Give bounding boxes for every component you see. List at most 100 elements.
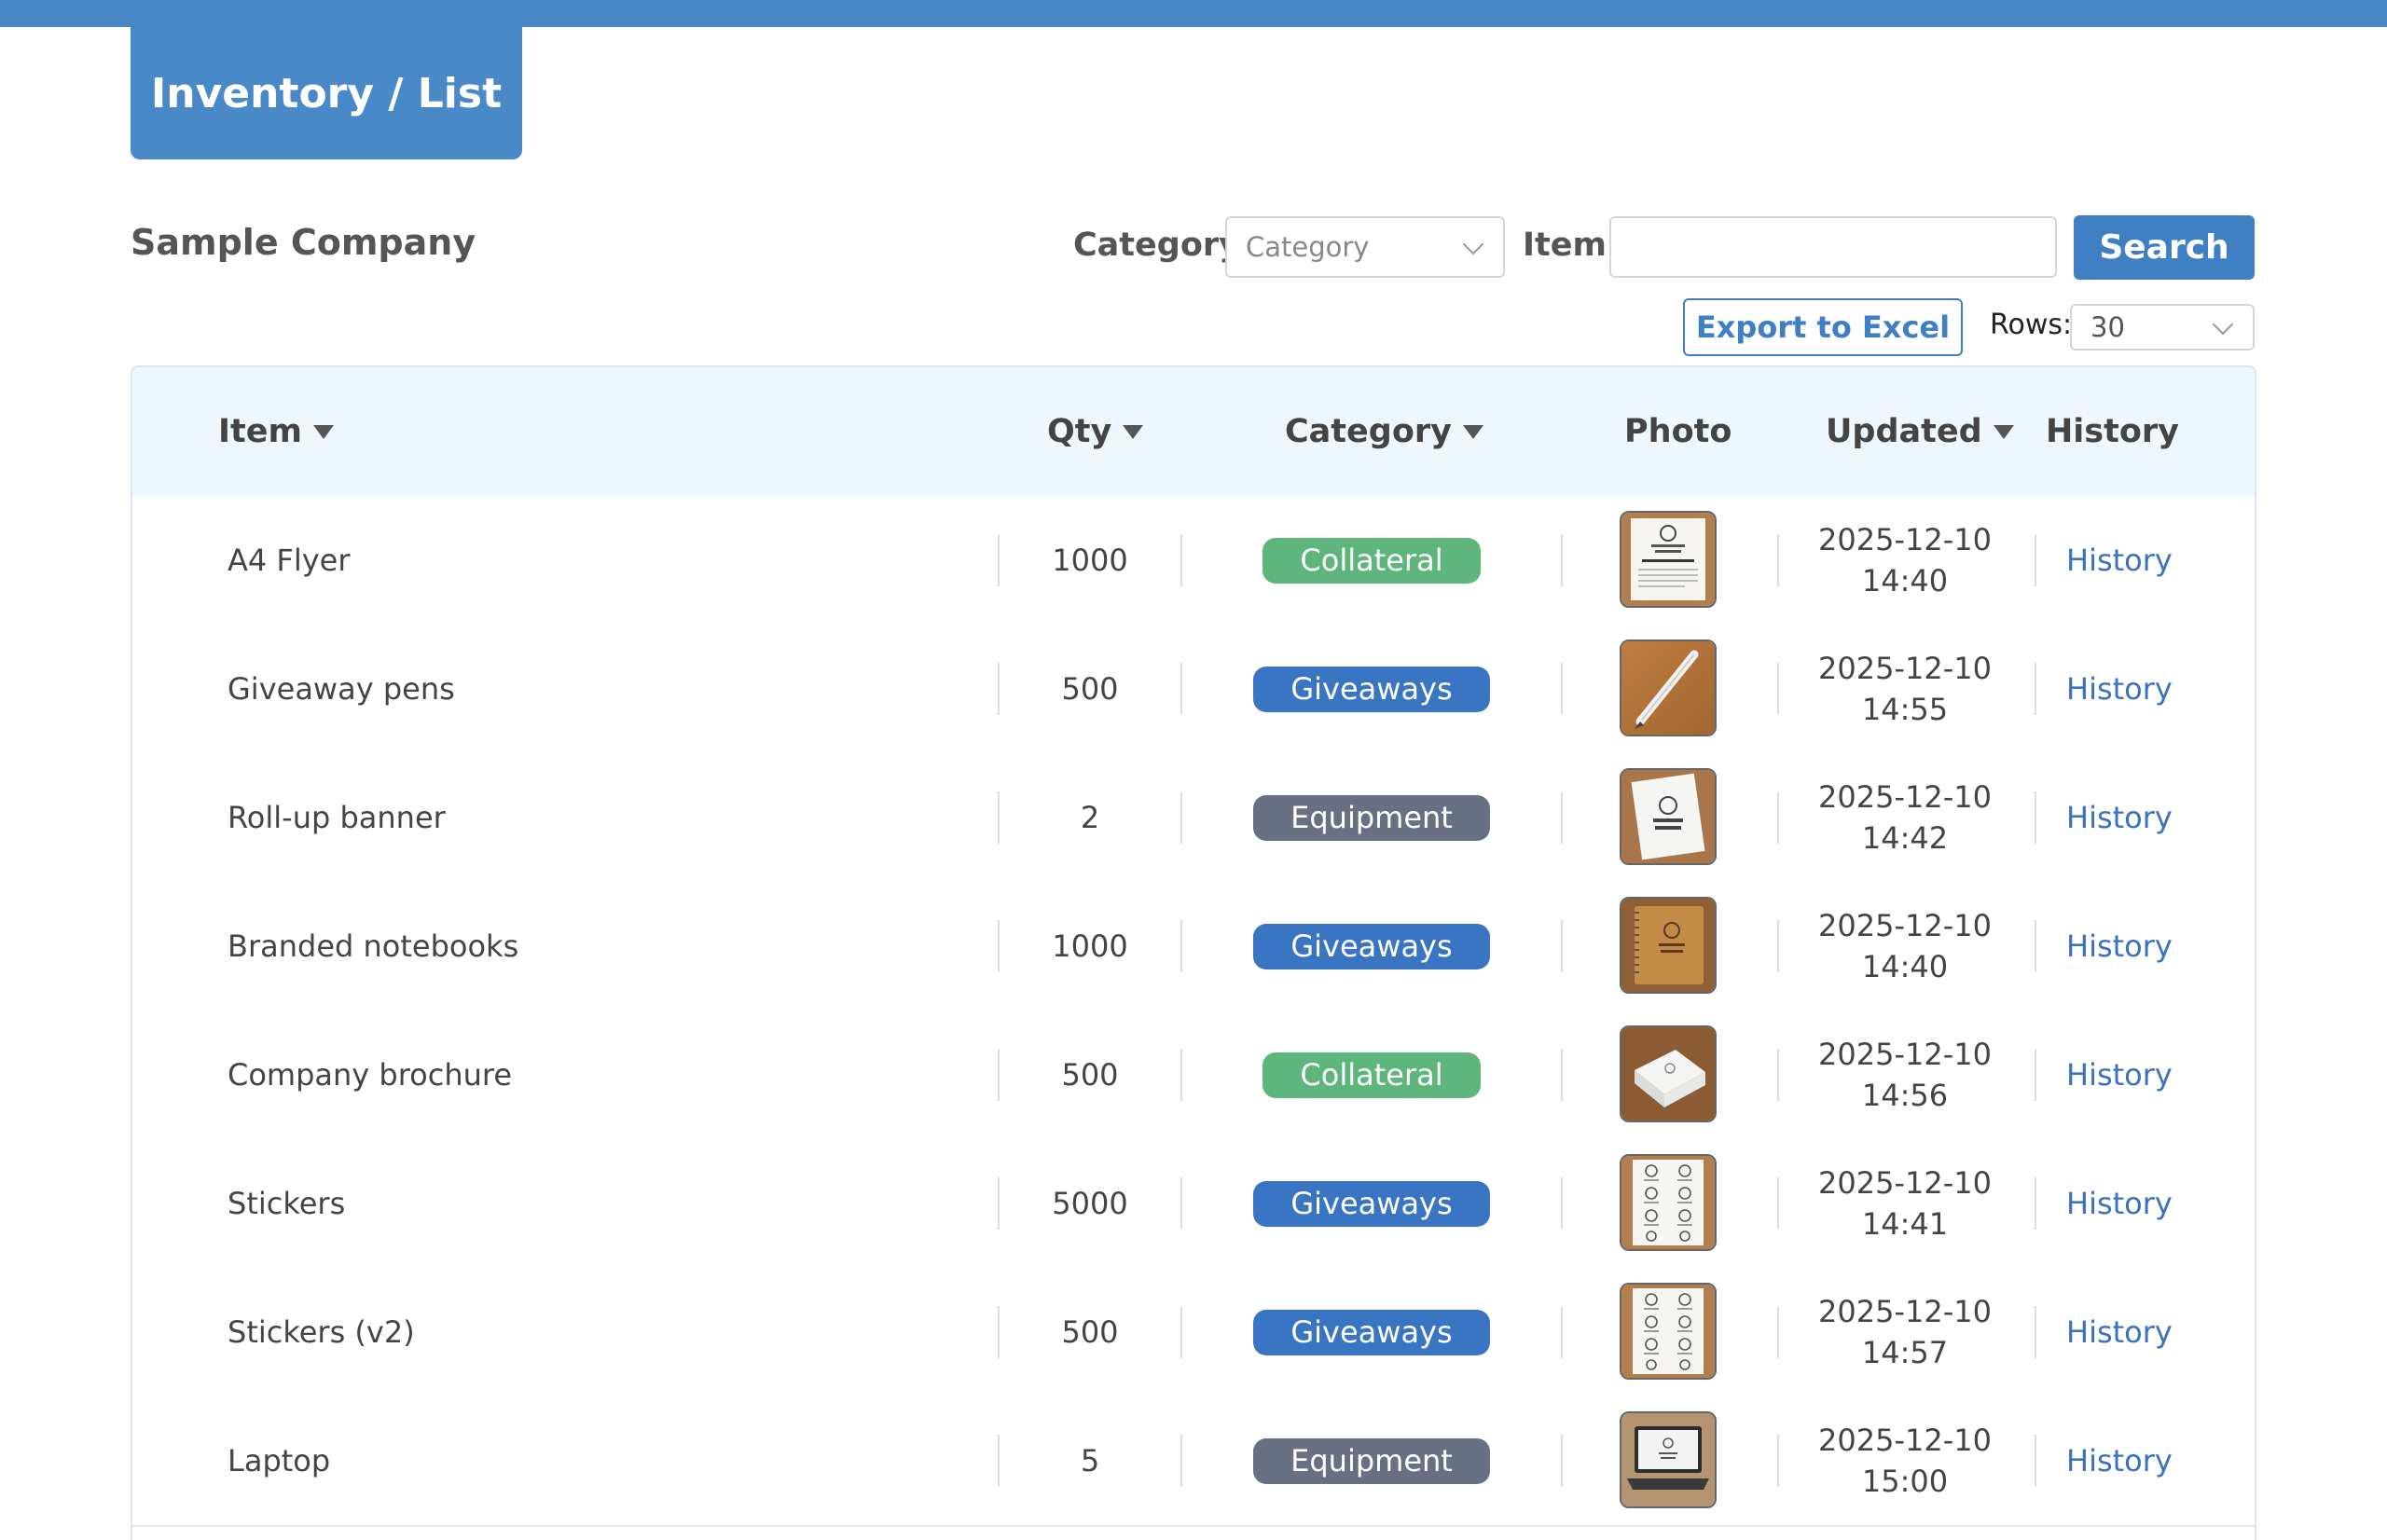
category-select-placeholder: Category xyxy=(1246,231,1370,263)
updated-date: 2025-12-10 xyxy=(1818,651,1992,686)
item-photo[interactable] xyxy=(1620,897,1717,994)
column-divider xyxy=(2035,1306,2036,1358)
rows-per-page-value: 30 xyxy=(2090,311,2125,343)
updated-date: 2025-12-10 xyxy=(1818,1037,1992,1072)
chevron-down-icon xyxy=(1462,233,1484,255)
sort-caret-icon xyxy=(1123,424,1144,439)
column-divider xyxy=(1561,791,1563,844)
category-cell: Giveaways xyxy=(1182,625,1561,753)
category-badge: Collateral xyxy=(1262,1052,1481,1098)
column-divider xyxy=(2035,1435,2036,1487)
chevron-down-icon xyxy=(2212,313,2234,336)
category-badge: Giveaways xyxy=(1253,1180,1490,1227)
history-cell: History xyxy=(2066,1139,2173,1268)
item-name: Stickers (v2) xyxy=(228,1314,415,1350)
category-badge: Giveaways xyxy=(1253,923,1490,969)
column-header-item-label: Item xyxy=(218,413,302,450)
history-link[interactable]: History xyxy=(2066,1314,2173,1350)
updated-date: 2025-12-10 xyxy=(1818,1294,1992,1329)
updated-cell: 2025-12-10 14:57 xyxy=(1779,1268,2031,1396)
item-qty: 2 xyxy=(1080,800,1100,835)
rows-per-page-label: Rows: xyxy=(1990,309,2073,341)
item-photo[interactable] xyxy=(1620,1411,1717,1508)
item-name: Company brochure xyxy=(228,1057,513,1093)
column-divider xyxy=(1561,1306,1563,1358)
category-badge: Equipment xyxy=(1253,1437,1490,1484)
item-qty: 1000 xyxy=(1052,928,1128,964)
updated-date: 2025-12-10 xyxy=(1818,522,1992,557)
category-cell: Collateral xyxy=(1182,1011,1561,1139)
export-to-excel-button[interactable]: Export to Excel xyxy=(1683,298,1963,356)
updated-time: 14:55 xyxy=(1861,692,1949,727)
column-divider xyxy=(1561,1049,1563,1101)
table-row: Stickers 5000 Giveaways 2025-12-10 14:41 Hist… xyxy=(132,1139,2255,1270)
column-divider xyxy=(2035,663,2036,715)
history-link[interactable]: History xyxy=(2066,671,2173,707)
column-divider xyxy=(1561,920,1563,972)
item-name: Roll-up banner xyxy=(228,800,446,835)
updated-date: 2025-12-10 xyxy=(1818,1165,1992,1201)
column-divider xyxy=(1561,663,1563,715)
column-header-history: History xyxy=(2046,367,2179,496)
category-cell: Equipment xyxy=(1182,1396,1561,1525)
company-name: Sample Company xyxy=(131,222,476,263)
category-cell: Equipment xyxy=(1182,753,1561,882)
item-photo[interactable] xyxy=(1620,768,1717,865)
item-qty: 5 xyxy=(1080,1443,1100,1478)
column-divider xyxy=(2035,1177,2036,1230)
item-photo[interactable] xyxy=(1620,1154,1717,1251)
column-header-qty-label: Qty xyxy=(1047,413,1112,450)
column-divider xyxy=(1561,1435,1563,1487)
table-row: Laptop 5 Equipment 2025-12-10 15:00 History xyxy=(132,1396,2255,1527)
item-photo[interactable] xyxy=(1620,511,1717,608)
search-button[interactable]: Search xyxy=(2074,215,2255,280)
category-cell: Giveaways xyxy=(1182,1139,1561,1268)
column-divider xyxy=(2035,920,2036,972)
category-cell: Collateral xyxy=(1182,496,1561,625)
updated-date: 2025-12-10 xyxy=(1818,1423,1992,1458)
item-filter-label: Item xyxy=(1523,227,1607,264)
item-qty: 5000 xyxy=(1052,1186,1128,1221)
column-header-updated[interactable]: Updated xyxy=(1826,367,2014,496)
updated-time: 14:42 xyxy=(1861,820,1949,856)
history-cell: History xyxy=(2066,1268,2173,1396)
item-name: Laptop xyxy=(228,1443,331,1478)
history-link[interactable]: History xyxy=(2066,800,2173,835)
sort-caret-icon xyxy=(312,424,334,439)
item-search-input[interactable] xyxy=(1609,216,2057,278)
history-link[interactable]: History xyxy=(2066,1186,2173,1221)
updated-date: 2025-12-10 xyxy=(1818,779,1992,815)
history-link[interactable]: History xyxy=(2066,543,2173,578)
item-photo[interactable] xyxy=(1620,639,1717,736)
item-name: A4 Flyer xyxy=(228,543,351,578)
history-cell: History xyxy=(2066,1396,2173,1525)
rows-per-page-select[interactable]: 30 xyxy=(2070,304,2255,351)
table-row: Stickers (v2) 500 Giveaways 2025-12-10 14:57… xyxy=(132,1268,2255,1398)
updated-cell: 2025-12-10 14:42 xyxy=(1779,753,2031,882)
column-divider xyxy=(2035,1049,2036,1101)
column-header-qty[interactable]: Qty xyxy=(1047,367,1144,496)
table-row: Company brochure 500 Collateral 2025-12-10 1… xyxy=(132,1011,2255,1141)
updated-time: 14:40 xyxy=(1861,563,1949,598)
updated-cell: 2025-12-10 14:55 xyxy=(1779,625,2031,753)
item-photo[interactable] xyxy=(1620,1025,1717,1122)
category-select[interactable]: Category xyxy=(1225,216,1505,278)
page-title: Inventory / List xyxy=(150,69,503,117)
inventory-table: Item Qty Category Photo Updated History … xyxy=(131,365,2256,1540)
history-link[interactable]: History xyxy=(2066,1057,2173,1093)
updated-time: 14:57 xyxy=(1861,1335,1949,1370)
history-link[interactable]: History xyxy=(2066,928,2173,964)
updated-time: 14:56 xyxy=(1861,1078,1949,1113)
category-badge: Equipment xyxy=(1253,794,1490,841)
sort-caret-icon xyxy=(1993,424,2014,439)
column-divider xyxy=(1561,534,1563,586)
category-badge: Collateral xyxy=(1262,537,1481,584)
table-row: Branded notebooks 1000 Giveaways 2025-12-10… xyxy=(132,882,2255,1012)
column-header-item[interactable]: Item xyxy=(218,367,334,496)
item-photo[interactable] xyxy=(1620,1283,1717,1380)
column-header-category[interactable]: Category xyxy=(1285,367,1483,496)
table-row: Roll-up banner 2 Equipment 2025-12-10 14:42 H… xyxy=(132,753,2255,884)
sort-caret-icon xyxy=(1462,424,1483,439)
history-link[interactable]: History xyxy=(2066,1443,2173,1478)
item-name: Giveaway pens xyxy=(228,671,455,707)
